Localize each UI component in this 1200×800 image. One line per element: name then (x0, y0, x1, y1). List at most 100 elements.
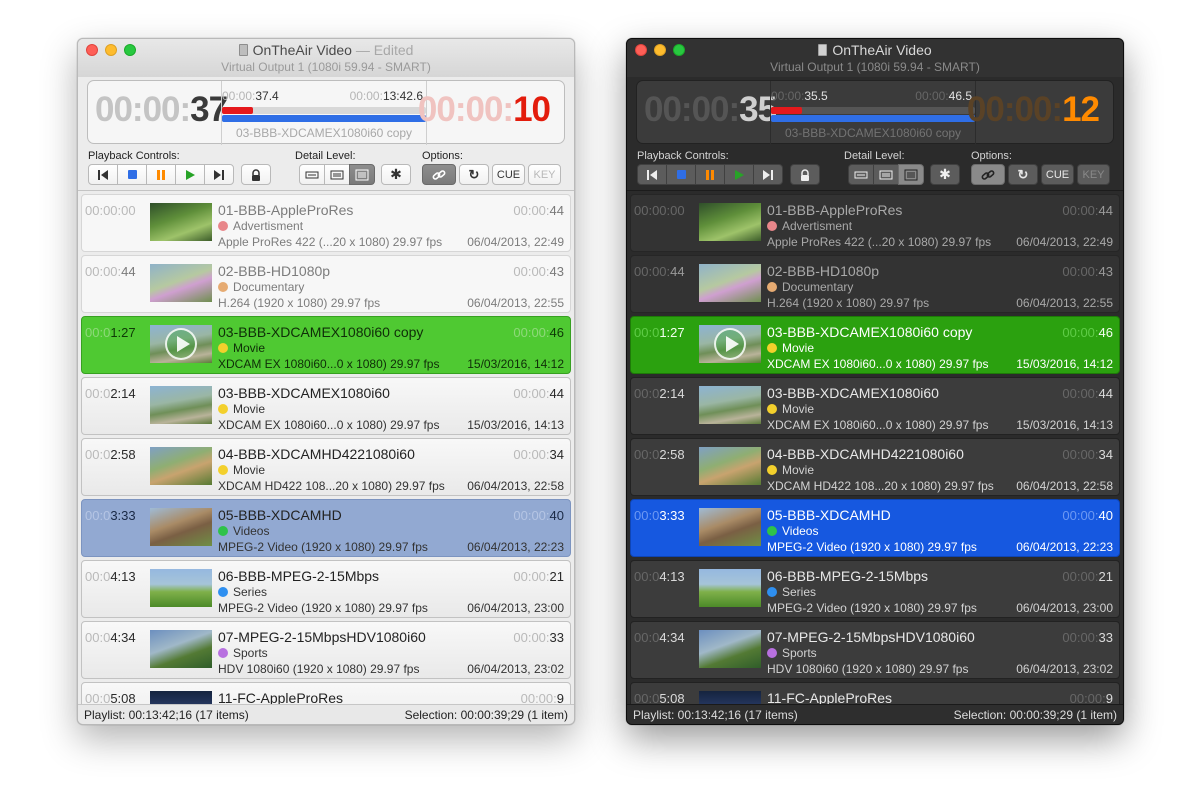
playlist-summary: Playlist: 00:13:42;16 (17 items) (84, 708, 249, 722)
next-button[interactable] (204, 164, 234, 185)
playlist-row[interactable]: 00:02:58 04-BBB-XDCAMHD4221080i60 Movie XDC… (630, 438, 1120, 496)
clip-category: Movie (767, 402, 814, 416)
clip-date: 06/04/2013, 22:55 (467, 296, 564, 310)
lock-button[interactable] (790, 164, 820, 185)
start-time: 00:03:33 (85, 508, 136, 523)
titlebar[interactable]: OnTheAir Video Virtual Output 1 (1080i 5… (627, 39, 1123, 77)
elapsed-time: 00:00:37 (95, 90, 228, 130)
toolbar-separator (78, 190, 574, 191)
play-button[interactable] (724, 164, 754, 185)
document-icon (238, 44, 248, 56)
playlist-row[interactable]: 00:00:44 02-BBB-HD1080p Documentary H.264 (… (630, 255, 1120, 313)
clip-thumbnail (150, 630, 212, 668)
start-time-prefix: 00:00:00 (85, 203, 136, 218)
play-button[interactable] (175, 164, 205, 185)
detail-low-button[interactable] (299, 164, 325, 185)
detail-high-button[interactable] (349, 164, 375, 185)
duration-value: 44 (549, 386, 564, 401)
playlist-row[interactable]: 00:03:33 05-BBB-XDCAMHD Videos MPEG-2 Video… (81, 499, 571, 557)
playlist-row[interactable]: 00:04:34 07-MPEG-2-15MbpsHDV1080i60 Sports… (81, 621, 571, 679)
detail-medium-button[interactable] (873, 164, 899, 185)
category-color-dot (218, 282, 228, 292)
stop-button[interactable] (117, 164, 147, 185)
previous-button[interactable] (637, 164, 667, 185)
clip-duration: 00:00:33 (1062, 630, 1113, 645)
pause-icon (706, 169, 714, 180)
playlist-row[interactable]: 00:02:14 03-BBB-XDCAMEX1080i60 Movie XDCAM … (81, 377, 571, 435)
playback-controls-label: Playback Controls: (637, 150, 729, 162)
playlist-progress-bar[interactable] (222, 115, 426, 122)
screenshot-stage: OnTheAir Video — Edited Virtual Output 1… (0, 0, 1200, 800)
clip-date: 06/04/2013, 22:58 (467, 479, 564, 493)
clip-format-info: HDV 1080i60 (1920 x 1080) 29.97 fps (218, 662, 420, 676)
playlist-row[interactable]: 00:04:13 06-BBB-MPEG-2-15Mbps Series MPEG-2… (81, 560, 571, 618)
current-clip-name: 03-BBB-XDCAMEX1080i60 copy (235, 126, 413, 140)
playlist-progress-bar[interactable] (771, 115, 975, 122)
duration-prefix: 00:00: (1062, 386, 1099, 401)
playlist-row[interactable]: 00:00:00 01-BBB-AppleProRes Advertisment Ap… (81, 194, 571, 252)
category-color-dot (218, 648, 228, 658)
pause-button[interactable] (695, 164, 725, 185)
clip-date: 15/03/2016, 14:12 (467, 357, 564, 371)
key-button[interactable]: KEY (528, 164, 561, 185)
playlist-row[interactable]: 00:00:44 02-BBB-HD1080p Documentary H.264 (… (81, 255, 571, 313)
settings-button[interactable]: ✱ (381, 164, 411, 185)
category-label: Videos (233, 524, 270, 538)
start-time-value: 4:34 (659, 630, 685, 645)
start-time: 00:04:34 (85, 630, 136, 645)
playlist-row[interactable]: 00:02:58 04-BBB-XDCAMHD4221080i60 Movie XDC… (81, 438, 571, 496)
playlist-row[interactable]: 00:01:27 03-BBB-XDCAMEX1080i60 copy Movie X… (81, 316, 571, 374)
playlist-row[interactable]: 00:01:27 03-BBB-XDCAMEX1080i60 copy Movie X… (630, 316, 1120, 374)
clip-date: 06/04/2013, 22:23 (467, 540, 564, 554)
settings-button[interactable]: ✱ (930, 164, 960, 185)
clip-progress-bar[interactable] (222, 107, 426, 114)
stop-button[interactable] (666, 164, 696, 185)
start-time-prefix: 00:0 (85, 569, 111, 584)
duration-prefix: 00:00: (513, 325, 550, 340)
clip-progress-bar[interactable] (771, 107, 975, 114)
playlist[interactable]: 00:00:00 01-BBB-AppleProRes Advertisment Ap… (78, 192, 574, 707)
detail-high-button[interactable] (898, 164, 924, 185)
playlist-row[interactable]: 00:03:33 05-BBB-XDCAMHD Videos MPEG-2 Video… (630, 499, 1120, 557)
playlist-progress-fill (222, 115, 426, 122)
pause-button[interactable] (146, 164, 176, 185)
clip-category: Sports (767, 646, 817, 660)
cue-button[interactable]: CUE (492, 164, 525, 185)
previous-button[interactable] (88, 164, 118, 185)
detail-level-label: Detail Level: (844, 150, 905, 162)
category-label: Series (782, 585, 817, 599)
lock-button[interactable] (241, 164, 271, 185)
next-button[interactable] (753, 164, 783, 185)
duration-value: 34 (1098, 447, 1113, 462)
playlist-progress-fill (771, 115, 975, 122)
playlist-row[interactable]: 00:00:00 01-BBB-AppleProRes Advertisment Ap… (630, 194, 1120, 252)
loop-button[interactable]: ↻ (459, 164, 489, 185)
clip-thumbnail (150, 569, 212, 607)
start-time: 00:02:58 (634, 447, 685, 462)
loop-button[interactable]: ↻ (1008, 164, 1038, 185)
refresh-icon: ↻ (468, 166, 480, 182)
key-button[interactable]: KEY (1077, 164, 1110, 185)
start-time-value: 1:27 (110, 325, 136, 340)
playlist-row[interactable]: 00:02:14 03-BBB-XDCAMEX1080i60 Movie XDCAM … (630, 377, 1120, 435)
clip-name: 02-BBB-HD1080p (218, 263, 331, 279)
link-button[interactable] (971, 164, 1005, 185)
clip-date: 06/04/2013, 22:58 (1016, 479, 1113, 493)
duration-prefix: 00:00: (513, 264, 550, 279)
stop-icon (127, 170, 137, 179)
cue-button[interactable]: CUE (1041, 164, 1074, 185)
clip-format-info: XDCAM EX 1080i60...0 x 1080) 29.97 fps (218, 357, 440, 371)
titlebar[interactable]: OnTheAir Video — Edited Virtual Output 1… (78, 39, 574, 77)
duration-prefix: 00:00: (1062, 630, 1099, 645)
playlist[interactable]: 00:00:00 01-BBB-AppleProRes Advertisment Ap… (627, 192, 1123, 707)
duration-prefix: 00:00: (1062, 264, 1099, 279)
start-time-prefix: 00:00:00 (634, 203, 685, 218)
detail-low-button[interactable] (848, 164, 874, 185)
clip-name: 07-MPEG-2-15MbpsHDV1080i60 (218, 629, 426, 645)
skip-forward-icon (214, 169, 224, 180)
detail-medium-button[interactable] (324, 164, 350, 185)
link-button[interactable] (422, 164, 456, 185)
playlist-row[interactable]: 00:04:34 07-MPEG-2-15MbpsHDV1080i60 Sports… (630, 621, 1120, 679)
playlist-row[interactable]: 00:04:13 06-BBB-MPEG-2-15Mbps Series MPEG-2… (630, 560, 1120, 618)
position-time: 00:00:35.5 (771, 89, 828, 103)
